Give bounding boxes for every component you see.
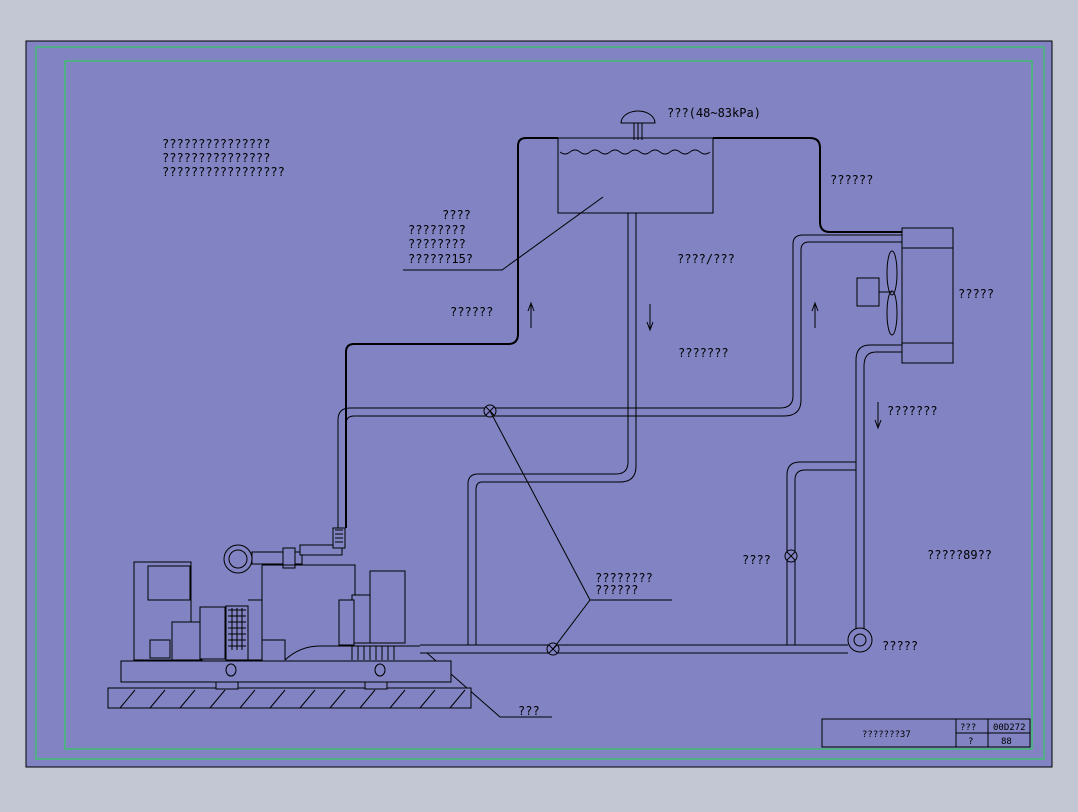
title-block-name: ???????37 <box>862 730 911 740</box>
label-valve: ???? <box>742 553 771 567</box>
label-pump: ????? <box>882 639 918 653</box>
label-left-pipe: ?????? <box>450 305 493 319</box>
valve-bypass <box>784 549 798 563</box>
title-block-sheet-value: 88 <box>1001 737 1012 747</box>
label-temp: ?????89?? <box>927 548 992 562</box>
label-right-pipe: ??????? <box>887 404 938 418</box>
label-valves-note-2: ?????? <box>595 583 638 597</box>
label-center-pipe: ??????? <box>678 346 729 360</box>
label-radiator: ????? <box>958 287 994 301</box>
label-middle-right-pipe: ????/??? <box>677 252 735 266</box>
label-tank-1: ???? <box>442 208 471 222</box>
title-block-sheet-label: ? <box>968 737 973 747</box>
label-cap: ???(48~83kPa) <box>667 106 761 120</box>
label-tank-3: ???????? <box>408 237 466 251</box>
title-block-code-label: ??? <box>960 723 976 733</box>
schematic-svg: ???(48~83kPa) ?????? ??????????????? ???… <box>25 40 1053 768</box>
label-tank-4: ??????15? <box>408 252 473 266</box>
label-notes-1: ??????????????? <box>162 137 270 151</box>
label-top-right-pipe: ?????? <box>830 173 873 187</box>
water-pump <box>847 627 873 653</box>
label-notes-3: ????????????????? <box>162 165 285 179</box>
label-tank-2: ???????? <box>408 223 466 237</box>
label-drain: ??? <box>518 704 540 718</box>
drawing-stage: ???(48~83kPa) ?????? ??????????????? ???… <box>0 0 1078 808</box>
title-block-code-value: 00D272 <box>993 723 1026 733</box>
label-notes-2: ??????????????? <box>162 151 270 165</box>
